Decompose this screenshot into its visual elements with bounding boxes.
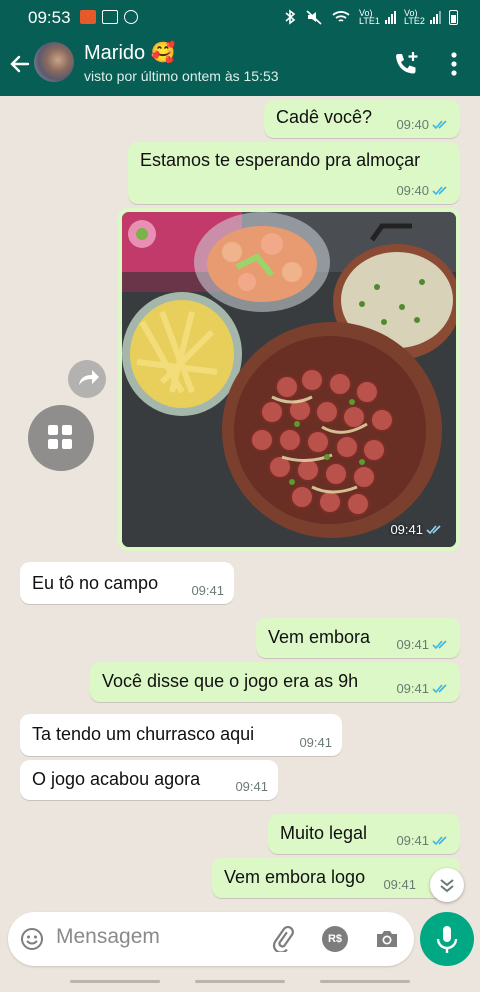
forward-icon [79, 370, 99, 385]
message-time: 09:40 [396, 117, 429, 132]
scroll-down-icon [440, 879, 454, 893]
notification-icons [80, 10, 138, 24]
message-meta: 09:41 [396, 681, 450, 696]
status-bar: 09:53 Vo) LTE1 Vo) LTE2 [0, 0, 480, 36]
read-ticks-icon [432, 119, 447, 129]
message-bubble-out[interactable]: Vem embora logo 09:41 [212, 858, 460, 898]
message-text: Cadê você? [276, 107, 373, 127]
message-bubble-in[interactable]: Eu tô no campo 09:41 [20, 562, 234, 604]
food-photo-image [122, 212, 456, 547]
message-meta: 09:41 [396, 637, 450, 652]
message-notification-icon [102, 10, 118, 24]
message-text: Vem embora [268, 627, 371, 647]
message-text: Ta tendo um churrasco aqui [32, 724, 255, 744]
mic-button[interactable] [420, 912, 474, 966]
signal2-icon [430, 10, 441, 24]
message-time: 09:41 [396, 637, 429, 652]
menu-dots-icon[interactable] [444, 50, 464, 78]
status-time: 09:53 [28, 8, 71, 27]
attach-icon[interactable] [270, 926, 296, 952]
sim1-label: Vo) LTE1 [359, 8, 380, 26]
message-bubble-out[interactable]: Estamos te esperando pra almoçar 09:40 [128, 142, 460, 204]
image-meta: 09:41 [390, 522, 444, 537]
pay-icon[interactable]: R$ [322, 926, 348, 952]
message-meta: 09:41 [235, 779, 268, 794]
message-meta: 09:40 [396, 183, 450, 198]
mic-icon [436, 926, 458, 953]
message-bubble-in[interactable]: O jogo acabou agora 09:41 [20, 760, 278, 800]
nav-indicator [70, 980, 160, 983]
message-time: 09:40 [396, 183, 429, 198]
system-nav-bar [0, 972, 480, 992]
message-time: 09:41 [390, 522, 423, 537]
camera-icon[interactable] [374, 927, 400, 951]
read-ticks-icon [432, 185, 447, 195]
message-text: Você disse que o jogo era as 9h [102, 671, 359, 691]
message-time: 09:41 [191, 583, 224, 598]
battery-icon [449, 9, 458, 25]
nav-indicator [320, 980, 410, 983]
gallery-button[interactable] [28, 405, 94, 471]
message-text: Eu tô no campo [32, 573, 159, 593]
read-ticks-icon [426, 524, 441, 534]
message-text: Muito legal [280, 823, 368, 843]
message-text: O jogo acabou agora [32, 769, 201, 789]
message-time: 09:41 [235, 779, 268, 794]
scroll-down-button[interactable] [430, 868, 464, 902]
bluetooth-icon [285, 9, 296, 25]
image-message[interactable]: 09:41 [118, 208, 460, 551]
message-time: 09:41 [299, 735, 332, 750]
message-time: 09:41 [396, 681, 429, 696]
signal1-icon [385, 10, 396, 24]
dnd-icon [124, 10, 138, 24]
system-icons: Vo) LTE1 Vo) LTE2 [283, 8, 458, 26]
wifi-icon [332, 11, 350, 22]
message-meta: 09:41 [299, 735, 332, 750]
avatar[interactable] [34, 42, 74, 82]
message-input[interactable] [56, 925, 256, 949]
chat-header: Marido 🥰 visto por último ontem às 15:53 [0, 36, 480, 96]
chat-screen: 09:53 Vo) LTE1 Vo) LTE2 Marido 🥰 visto p… [0, 0, 480, 992]
message-meta: 09:40 [396, 117, 450, 132]
video-notification-icon [80, 10, 96, 24]
message-meta: 09:41 [396, 833, 450, 848]
message-time: 09:41 [396, 833, 429, 848]
message-bubble-out[interactable]: Cadê você? 09:40 [264, 100, 460, 138]
sim2-label: Vo) LTE2 [404, 8, 425, 26]
message-bubble-in[interactable]: Ta tendo um churrasco aqui 09:41 [20, 714, 342, 756]
mute-icon [306, 10, 322, 25]
last-seen-status: visto por último ontem às 15:53 [84, 68, 279, 84]
contact-name[interactable]: Marido 🥰 [84, 40, 176, 65]
food-photo[interactable]: 09:41 [122, 212, 456, 547]
message-text: Estamos te esperando pra almoçar [140, 150, 421, 170]
back-arrow-icon[interactable] [8, 52, 32, 76]
message-bubble-out[interactable]: Vem embora 09:41 [256, 618, 460, 658]
message-meta: 09:41 [191, 583, 224, 598]
nav-indicator [195, 980, 285, 983]
emoji-icon[interactable] [20, 927, 44, 951]
message-bubble-out[interactable]: Muito legal 09:41 [268, 814, 460, 854]
message-time: 09:41 [383, 877, 416, 892]
forward-button[interactable] [68, 360, 106, 398]
add-call-icon[interactable] [392, 50, 420, 78]
message-bubble-out[interactable]: Você disse que o jogo era as 9h 09:41 [90, 662, 460, 702]
message-text: Vem embora logo [224, 867, 366, 887]
compose-bar: R$ [8, 912, 414, 966]
read-ticks-icon [432, 835, 447, 845]
message-meta: 09:41 [383, 877, 416, 892]
read-ticks-icon [432, 639, 447, 649]
read-ticks-icon [432, 683, 447, 693]
